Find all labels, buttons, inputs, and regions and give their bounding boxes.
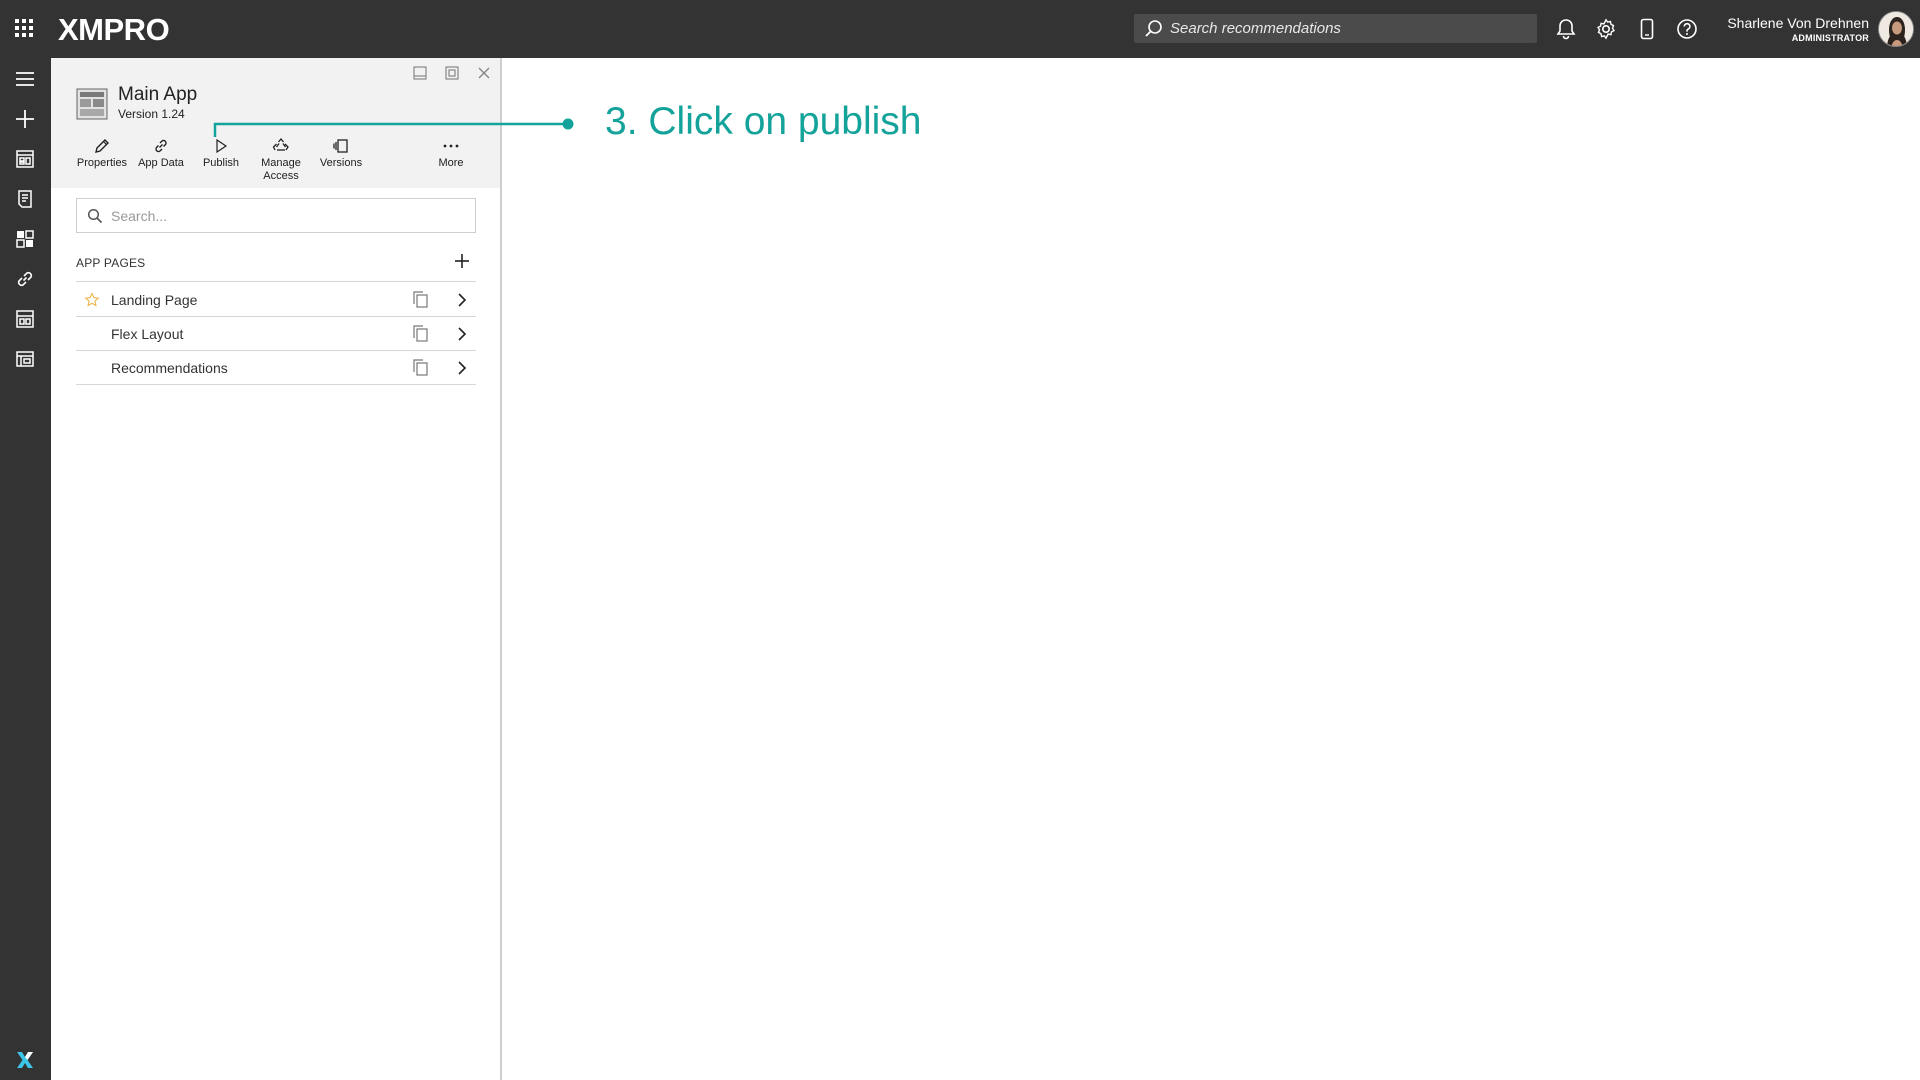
app-designer-icon[interactable] [12,346,38,372]
play-icon [216,138,228,154]
callout-text: 3. Click on publish [605,100,922,143]
app-thumbnail-icon [76,88,108,120]
link-icon[interactable] [12,266,38,292]
list-item[interactable]: Landing Page [76,283,476,317]
copy-icon[interactable] [411,324,429,342]
more-dots-icon [443,144,459,148]
user-name[interactable]: Sharlene Von Drehnen [1727,15,1869,31]
more-label: More [438,157,464,169]
bell-icon[interactable] [1553,16,1579,42]
top-bar: XMPRO Sharlene Von Drehnen ADMINISTRATOR [0,0,1920,58]
chevron-right-icon[interactable] [454,359,470,377]
apps-icon[interactable] [12,226,38,252]
recommendation-search[interactable] [1134,14,1537,43]
app-data-label: App Data [138,157,184,169]
versions-button[interactable]: Versions [311,136,371,170]
recommendations-icon[interactable] [12,186,38,212]
xmpro-x-logo[interactable] [13,1048,37,1072]
more-button[interactable]: More [421,136,481,170]
app-title: Main App [118,84,198,105]
recommendation-search-input[interactable] [1170,20,1530,37]
data-stream-icon[interactable] [12,306,38,332]
page-search[interactable] [76,198,476,233]
star-icon [84,292,100,307]
search-icon [1145,19,1162,37]
chevron-right-icon[interactable] [454,291,470,309]
link-icon [155,139,167,153]
versions-icon [333,139,348,153]
page-name: Landing Page [111,292,198,308]
app-panel: Main App Version 1.24 Properties App Dat… [51,58,502,1080]
list-item[interactable]: Flex Layout [76,317,476,351]
recycle-icon [272,138,289,151]
restore-panel-icon[interactable] [443,64,461,82]
copy-icon[interactable] [411,290,429,308]
apps-grid-icon[interactable] [14,18,34,38]
mobile-icon[interactable] [1634,16,1660,42]
minimize-panel-icon[interactable] [411,64,429,82]
page-name: Flex Layout [111,326,184,342]
publish-button[interactable]: Publish [191,136,251,170]
app-pages-header: APP PAGES [76,254,476,282]
properties-button[interactable]: Properties [72,136,132,170]
app-data-button[interactable]: App Data [131,136,191,170]
copy-icon[interactable] [411,358,429,376]
app-panel-header: Main App Version 1.24 Properties App Dat… [51,58,500,188]
close-panel-icon[interactable] [475,64,493,82]
app-version: Version 1.24 [118,107,185,121]
chevron-right-icon[interactable] [454,325,470,343]
dashboard-icon[interactable] [12,146,38,172]
gear-icon[interactable] [1593,16,1619,42]
add-page-icon[interactable] [452,251,472,271]
versions-label: Versions [319,157,363,169]
publish-label: Publish [202,157,240,169]
search-icon [87,208,103,223]
list-item[interactable]: Recommendations [76,351,476,385]
pencil-icon [95,139,109,153]
add-icon[interactable] [12,106,38,132]
user-role: ADMINISTRATOR [1791,33,1869,43]
properties-label: Properties [76,157,128,169]
xmpro-logo[interactable]: XMPRO [58,12,170,48]
page-name: Recommendations [111,360,228,376]
page-search-input[interactable] [111,207,461,224]
avatar[interactable] [1878,11,1914,47]
navigation-rail [0,58,51,1080]
app-pages-title: APP PAGES [76,256,146,270]
manage-access-button[interactable]: Manage Access [251,136,311,183]
menu-icon[interactable] [12,66,38,92]
help-icon[interactable] [1674,16,1700,42]
manage-access-label: Manage Access [261,157,301,182]
